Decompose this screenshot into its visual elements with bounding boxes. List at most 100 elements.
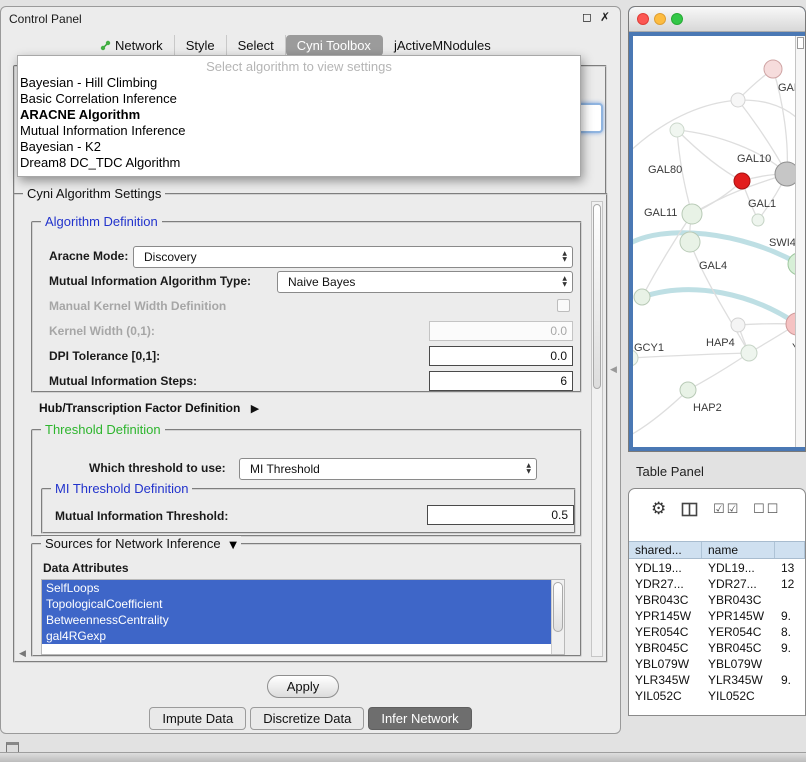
algorithm-option[interactable]: Bayesian - K2 [18,139,580,155]
network-edge[interactable] [642,290,795,324]
traffic-light-close-button[interactable] [637,13,649,25]
table-row[interactable]: YBR045CYBR045C9. [629,640,805,656]
algorithm-option[interactable]: Dream8 DC_TDC Algorithm [18,155,580,171]
dropdown-prompt: Select algorithm to view settings [18,58,580,75]
network-node[interactable] [764,60,782,78]
network-node[interactable] [741,345,757,361]
attribute-list-item[interactable]: gal4RGexp [42,628,551,644]
table-row[interactable]: YPR145WYPR145W9. [629,608,805,624]
network-scroll-button[interactable] [797,37,804,49]
hub-section-label: Hub/Transcription Factor Definition [39,401,240,415]
close-window-icon[interactable]: ✗ [600,10,610,24]
table-row[interactable]: YER054CYER054C8. [629,624,805,640]
bottom-tab-discretize-data[interactable]: Discretize Data [250,707,364,730]
algorithm-option[interactable]: Mutual Information Inference [18,123,580,139]
expand-right-triangle-icon[interactable]: ▶ [251,402,259,415]
mi-type-select[interactable]: Naive Bayes ▲▼ [277,271,573,293]
network-node[interactable] [731,318,745,332]
network-window-titlebar[interactable] [629,7,805,32]
table-cell: 13 [775,560,805,576]
tab-network[interactable]: Network [89,35,175,56]
tab-label: Network [115,38,163,53]
column-header[interactable] [775,542,805,558]
select-all-columns-icon[interactable]: ☑☑ [713,502,740,517]
table-options-gear-icon[interactable]: ⚙ [651,499,666,519]
splitter-collapse-icon[interactable]: ◀ [610,365,617,375]
table-row[interactable]: YBL079WYBL079W [629,656,805,672]
data-attributes-list[interactable]: SelfLoopsTopologicalCoefficientBetweenne… [41,579,565,655]
combo-arrows-icon: ▲▼ [562,276,567,288]
table-row[interactable]: YIL052CYIL052C [629,688,805,704]
network-node[interactable] [670,123,684,137]
tab-select[interactable]: Select [227,35,286,56]
table-row[interactable]: YDL19...YDL19...13 [629,560,805,576]
network-node[interactable] [734,173,750,189]
network-edge[interactable] [677,130,742,181]
network-edge[interactable] [633,390,688,438]
deselect-all-columns-icon[interactable]: ☐☐ [753,502,780,517]
traffic-light-zoom-button[interactable] [671,13,683,25]
settings-scrollbar[interactable] [591,201,603,657]
column-header[interactable]: name [702,542,775,558]
bottom-tab-impute-data[interactable]: Impute Data [149,707,246,730]
attribute-list-item[interactable]: SelfLoops [42,580,551,596]
attribute-list-item[interactable]: TopologicalCoefficient [42,596,551,612]
settings-scrollbar-thumb[interactable] [593,204,601,389]
network-edge[interactable] [688,353,749,390]
algorithm-option[interactable]: Basic Correlation Inference [18,91,580,107]
show-columns-icon[interactable] [681,502,698,520]
network-node[interactable] [682,204,702,224]
apply-button[interactable]: Apply [267,675,339,698]
table-cell [775,688,805,704]
network-node[interactable] [680,382,696,398]
column-header[interactable]: shared... [629,542,702,558]
kernel-width-field: 0.0 [429,321,573,341]
algorithm-option[interactable]: Bayesian - Hill Climbing [18,75,580,91]
mi-threshold-field[interactable]: 0.5 [427,505,574,525]
network-node[interactable] [752,214,764,226]
node-label: GAL1 [748,198,776,210]
attribute-list-item[interactable]: BetweennessCentrality [42,612,551,628]
tab-style[interactable]: Style [175,35,227,56]
table-body: YDL19...YDL19...13YDR27...YDR27...12YBR0… [629,560,805,715]
traffic-light-minimize-button[interactable] [654,13,666,25]
table-row[interactable]: YDR27...YDR27...12 [629,576,805,592]
bottom-tab-infer-network[interactable]: Infer Network [368,707,471,730]
collapse-down-triangle-icon[interactable]: ▼ [229,540,237,551]
dpi-tolerance-field[interactable]: 0.0 [429,346,573,366]
which-threshold-select[interactable]: MI Threshold ▲▼ [239,458,537,480]
algorithm-option[interactable]: ARACNE Algorithm [18,107,580,123]
aracne-mode-select[interactable]: Discovery ▲▼ [133,246,573,268]
network-canvas[interactable]: GALGAL80GAL10GAL11GAL1SWI4GAL4GCY1HAP4YH… [633,36,805,447]
network-edge[interactable] [677,130,787,174]
node-label: GAL11 [644,207,677,219]
network-graph[interactable]: GALGAL80GAL10GAL11GAL1SWI4GAL4GCY1HAP4YH… [633,36,795,447]
table-cell: 9. [775,672,805,688]
table-cell: YBR045C [702,640,775,656]
table-cell: YBR043C [629,592,702,608]
sources-legend[interactable]: Sources for Network Inference ▼ [41,536,241,551]
tab-cyni-toolbox[interactable]: Cyni Toolbox [286,35,383,56]
attributes-scrollbar-thumb[interactable] [553,582,563,632]
mi-steps-field[interactable]: 6 [429,371,573,391]
node-label: GAL4 [699,260,727,272]
network-node[interactable] [680,232,700,252]
node-label: SWI4 [769,237,795,249]
network-edge[interactable] [642,214,692,297]
attributes-scrollbar[interactable] [551,580,564,654]
table-row[interactable]: YLR345WYLR345W9. [629,672,805,688]
network-node[interactable] [634,289,650,305]
network-scrollbar[interactable] [795,36,805,447]
tab-label: Select [238,38,274,53]
table-row[interactable]: YBR043CYBR043C [629,592,805,608]
tab-jactivemnodules[interactable]: jActiveMNodules [383,35,502,56]
desktop: Control Panel ◻ ✗ NetworkStyleSelectCyni… [0,0,806,762]
hub-transcription-factor-section[interactable]: Hub/Transcription Factor Definition ▶ [39,401,259,415]
network-node[interactable] [731,93,745,107]
bottom-tabs: Impute DataDiscretize DataInfer Network [1,707,620,730]
network-edge[interactable] [633,100,795,156]
hscroll-left-arrow-icon[interactable]: ◀ [19,649,26,659]
network-node[interactable] [775,162,795,186]
float-window-icon[interactable]: ◻ [582,10,592,24]
node-label: GAL [778,82,795,94]
